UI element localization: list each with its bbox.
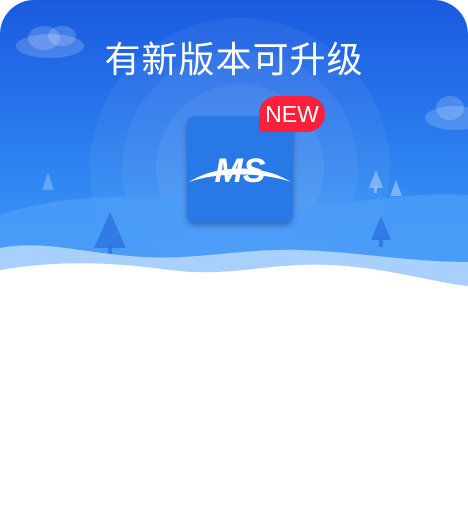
dialog-body: [0, 300, 468, 529]
dialog-title: 有新版本可升级: [104, 40, 364, 81]
update-dialog: 有新版本可升级 MS NEW: [0, 0, 468, 529]
new-badge: NEW: [259, 96, 325, 132]
